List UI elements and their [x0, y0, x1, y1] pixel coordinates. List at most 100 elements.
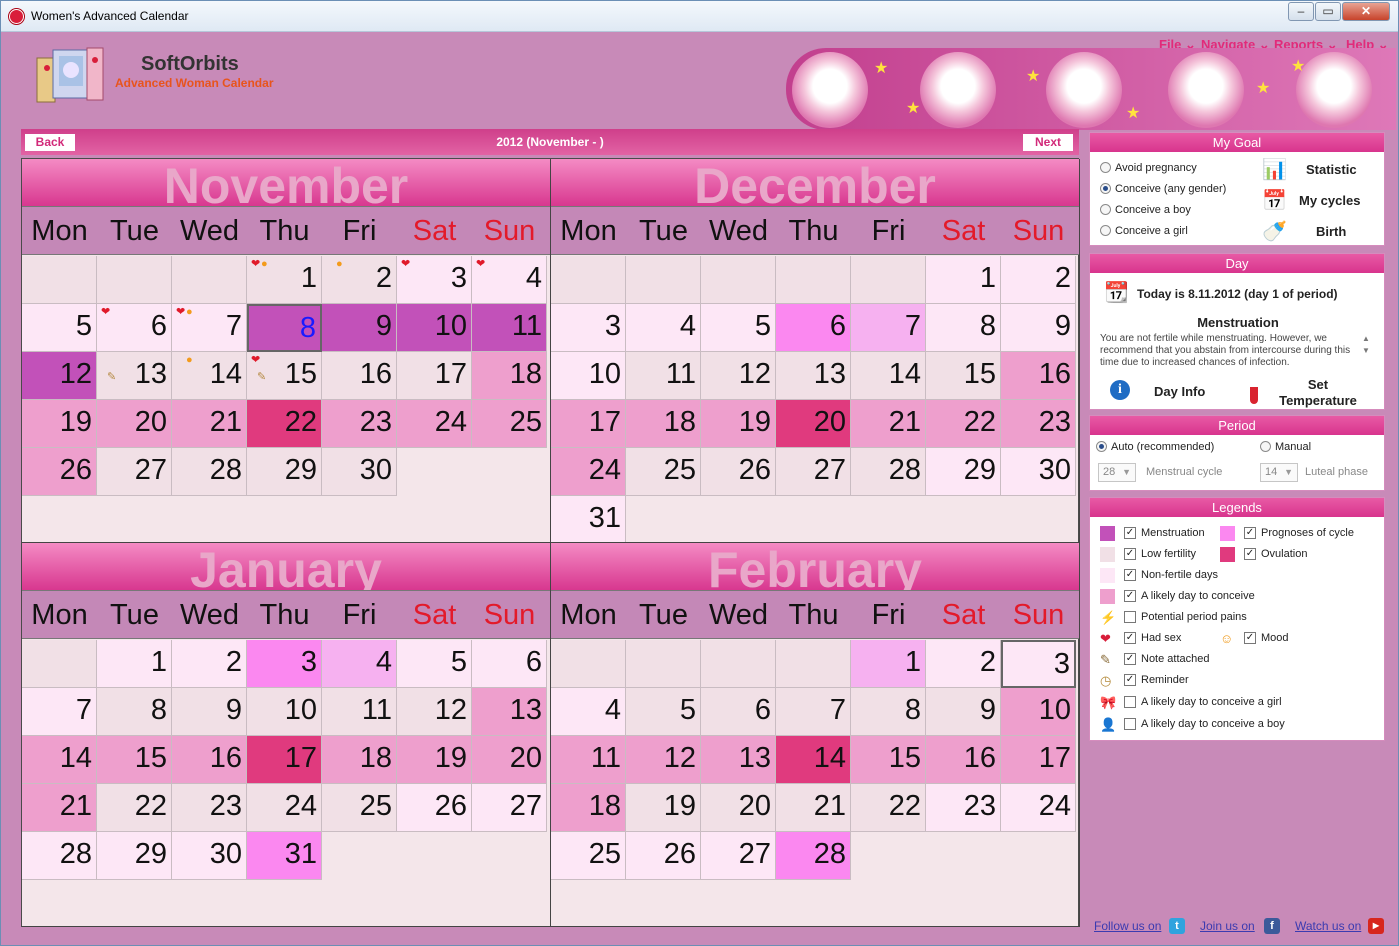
day-cell[interactable]: 8 [97, 688, 172, 736]
period-manual-radio[interactable]: Manual [1260, 441, 1311, 453]
day-cell[interactable]: 2 ● [322, 256, 397, 304]
legend-checkbox[interactable]: ✓ [1124, 590, 1136, 602]
legend-checkbox[interactable]: ✓ [1124, 632, 1136, 644]
menstrual-cycle-select[interactable]: 28 ▼ [1098, 463, 1136, 482]
day-cell[interactable]: 22 [851, 784, 926, 832]
day-cell[interactable]: 28 [172, 448, 247, 496]
legend-checkbox[interactable] [1124, 611, 1136, 623]
day-cell[interactable]: 16 [322, 352, 397, 400]
day-cell[interactable]: 9 [322, 304, 397, 352]
day-cell[interactable]: 7 ❤ ● [172, 304, 247, 352]
goal-option-conceive-any[interactable]: Conceive (any gender) [1100, 183, 1226, 195]
day-cell[interactable]: 5 [397, 640, 472, 688]
stroller-icon[interactable]: 🍼 [1262, 219, 1287, 244]
day-cell[interactable]: 17 [397, 352, 472, 400]
day-cell[interactable]: 12 [22, 352, 97, 400]
day-cell[interactable]: 16 [1001, 352, 1076, 400]
calendar-icon[interactable]: 📅 [1262, 188, 1287, 213]
day-cell[interactable]: 18 [626, 400, 701, 448]
day-cell[interactable]: 2 [1001, 256, 1076, 304]
day-cell[interactable]: 29 [926, 448, 1001, 496]
day-cell[interactable]: 18 [472, 352, 547, 400]
day-cell[interactable]: 9 [1001, 304, 1076, 352]
day-cell[interactable]: 3 [551, 304, 626, 352]
day-cell[interactable]: 4 [322, 640, 397, 688]
youtube-link[interactable]: Watch us on [1295, 919, 1361, 933]
day-cell[interactable]: 8 [247, 304, 322, 352]
day-cell[interactable]: 27 [472, 784, 547, 832]
goal-option-avoid[interactable]: Avoid pregnancy [1100, 162, 1197, 174]
day-cell[interactable]: 25 [322, 784, 397, 832]
day-cell[interactable]: 5 [626, 688, 701, 736]
day-cell[interactable]: 21 [776, 784, 851, 832]
day-cell[interactable]: 13 ✎ [97, 352, 172, 400]
legend-checkbox[interactable]: ✓ [1244, 527, 1256, 539]
day-cell[interactable]: 23 [926, 784, 1001, 832]
day-cell[interactable]: 17 [1001, 736, 1076, 784]
twitter-icon[interactable]: t [1169, 918, 1185, 934]
goal-option-conceive-girl[interactable]: Conceive a girl [1100, 225, 1188, 237]
day-cell[interactable]: 4 ❤ [472, 256, 547, 304]
day-cell[interactable]: 1 [97, 640, 172, 688]
maximize-button[interactable]: ▭ [1315, 2, 1341, 21]
minimize-button[interactable]: – [1288, 2, 1314, 21]
day-cell[interactable]: 3 [247, 640, 322, 688]
day-scroll-arrows[interactable]: ▲ ▼ [1362, 333, 1370, 357]
day-cell[interactable]: 24 [397, 400, 472, 448]
day-cell[interactable]: 10 [247, 688, 322, 736]
day-cell[interactable]: 31 [551, 496, 626, 542]
day-cell[interactable]: 26 [626, 832, 701, 880]
day-cell[interactable]: 11 [626, 352, 701, 400]
day-cell[interactable]: 20 [97, 400, 172, 448]
day-cell[interactable]: 3 ❤ [397, 256, 472, 304]
day-cell[interactable]: 7 [776, 688, 851, 736]
goal-option-conceive-boy[interactable]: Conceive a boy [1100, 204, 1191, 216]
day-cell[interactable]: 5 [22, 304, 97, 352]
day-cell[interactable]: 26 [22, 448, 97, 496]
day-cell[interactable]: 18 [551, 784, 626, 832]
day-cell[interactable]: 13 [701, 736, 776, 784]
day-cell[interactable]: 1 ❤ ● [247, 256, 322, 304]
day-cell[interactable]: 30 [172, 832, 247, 880]
day-cell[interactable]: 22 [97, 784, 172, 832]
day-cell[interactable]: 12 [397, 688, 472, 736]
day-cell[interactable]: 27 [776, 448, 851, 496]
legend-checkbox[interactable]: ✓ [1244, 548, 1256, 560]
day-cell[interactable]: 3 [1001, 640, 1076, 688]
day-cell[interactable]: 4 [626, 304, 701, 352]
thermometer-icon[interactable] [1250, 376, 1258, 404]
day-cell[interactable]: 6 ❤ [97, 304, 172, 352]
facebook-link[interactable]: Join us on [1200, 919, 1255, 933]
day-cell[interactable]: 23 [172, 784, 247, 832]
day-cell[interactable]: 25 [626, 448, 701, 496]
statistic-icon[interactable]: 📊 [1262, 157, 1287, 182]
day-info-button[interactable]: Day Info [1154, 384, 1205, 399]
day-cell[interactable]: 23 [1001, 400, 1076, 448]
day-cell[interactable]: 15 [926, 352, 1001, 400]
day-cell[interactable]: 17 [551, 400, 626, 448]
day-cell[interactable]: 28 [851, 448, 926, 496]
day-cell[interactable]: 21 [851, 400, 926, 448]
day-cell[interactable]: 28 [776, 832, 851, 880]
day-cell[interactable]: 13 [472, 688, 547, 736]
day-cell[interactable]: 11 [322, 688, 397, 736]
next-button[interactable]: Next [1023, 134, 1073, 151]
day-cell[interactable]: 2 [926, 640, 1001, 688]
day-cell[interactable]: 25 [472, 400, 547, 448]
day-cell[interactable]: 24 [551, 448, 626, 496]
day-cell[interactable]: 20 [701, 784, 776, 832]
day-cell[interactable]: 31 [247, 832, 322, 880]
day-cell[interactable]: 15 [851, 736, 926, 784]
day-cell[interactable]: 19 [22, 400, 97, 448]
day-cell[interactable]: 11 [472, 304, 547, 352]
day-cell[interactable]: 13 [776, 352, 851, 400]
day-cell[interactable]: 8 [926, 304, 1001, 352]
day-cell[interactable]: 11 [551, 736, 626, 784]
day-cell[interactable]: 27 [97, 448, 172, 496]
day-cell[interactable]: 7 [851, 304, 926, 352]
day-cell[interactable]: 10 [397, 304, 472, 352]
day-cell[interactable]: 6 [776, 304, 851, 352]
birth-button[interactable]: Birth [1316, 224, 1346, 239]
day-cell[interactable]: 1 [851, 640, 926, 688]
my-cycles-button[interactable]: My cycles [1299, 193, 1360, 208]
